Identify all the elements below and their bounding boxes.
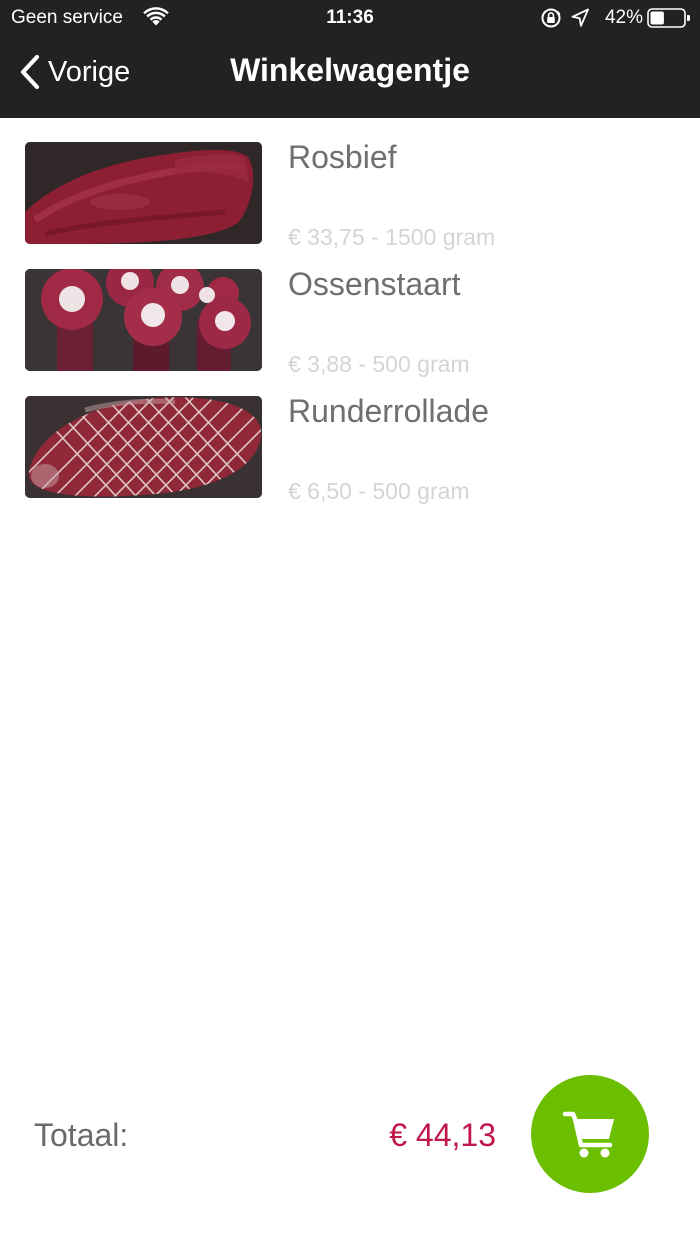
product-image: [25, 396, 262, 498]
item-price: € 33,75 - 1500 gram: [288, 224, 496, 250]
header-brush-edge: [0, 100, 700, 116]
location-arrow-icon: [571, 8, 589, 27]
item-name: Rosbief: [288, 139, 397, 175]
page-title: Winkelwagentje: [230, 52, 470, 88]
item-name: Ossenstaart: [288, 266, 461, 302]
item-price: € 3,88 - 500 gram: [288, 351, 470, 377]
checkout-cart-button[interactable]: [531, 1075, 649, 1193]
oxtail-photo: [25, 269, 262, 371]
list-item[interactable]: Rosbief € 33,75 - 1500 gram: [0, 140, 700, 267]
roast-beef-photo: [25, 142, 262, 244]
battery-percent: 42%: [604, 7, 643, 28]
beef-roll-photo: [25, 396, 262, 498]
clock: 11:36: [326, 7, 374, 28]
list-item[interactable]: Ossenstaart € 3,88 - 500 gram: [0, 267, 700, 394]
item-name: Runderrollade: [288, 393, 490, 429]
status-bar: Geen service 11:36 42%: [0, 0, 700, 36]
product-image: [25, 142, 262, 244]
cart-list: Rosbief € 33,75 - 1500 gram Ossenstaart …: [0, 140, 700, 521]
item-price: € 6,50 - 500 gram: [288, 478, 470, 504]
battery-icon: [647, 8, 690, 28]
total-value: € 44,13: [389, 1117, 496, 1153]
list-item[interactable]: Runderrollade € 6,50 - 500 gram: [0, 394, 700, 521]
cart-screen: Geen service 11:36 42% Vorige Winkelwage…: [0, 0, 700, 1244]
shopping-cart-icon: [563, 1111, 614, 1158]
total-label: Totaal:: [34, 1117, 129, 1153]
rotation-lock-icon: [541, 8, 561, 28]
product-image: [25, 269, 262, 371]
